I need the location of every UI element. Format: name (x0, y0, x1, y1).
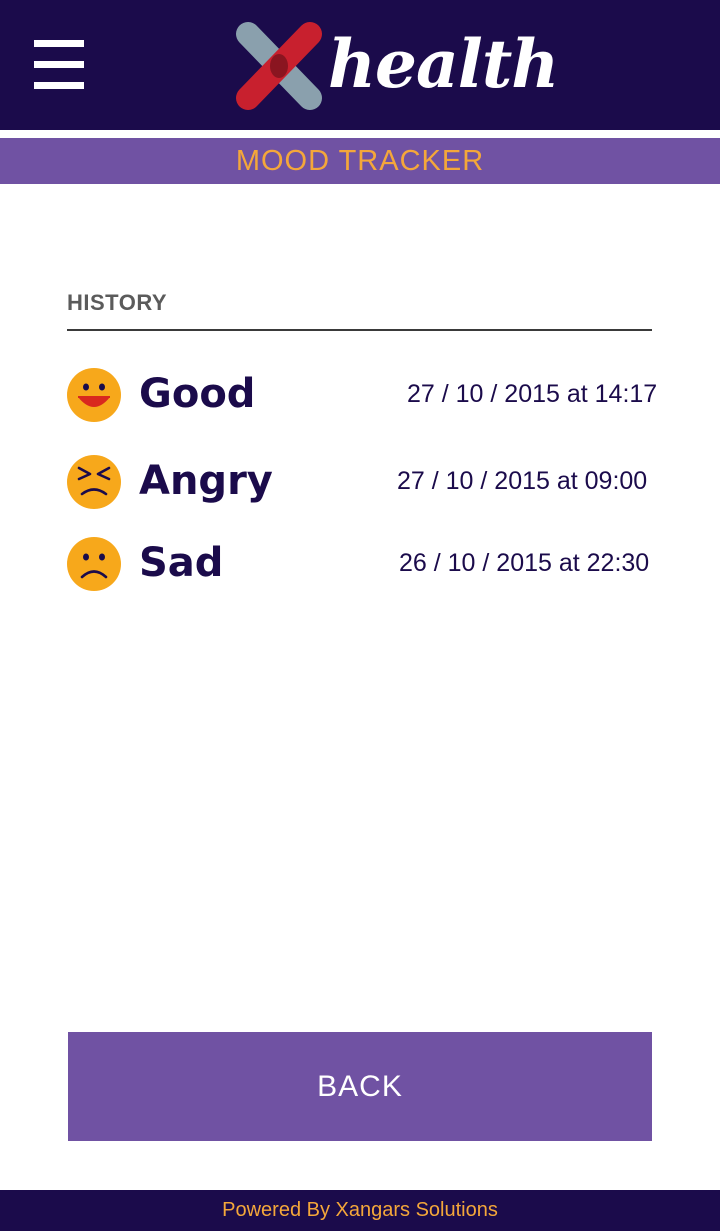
sad-face-icon (67, 537, 121, 591)
logo-text: health (328, 25, 559, 103)
entry-date: 27 / 10 / 2015 at 09:00 (397, 467, 648, 495)
entry-date: 26 / 10 / 2015 at 22:30 (399, 549, 650, 577)
entry-date: 27 / 10 / 2015 at 14:17 (407, 380, 658, 408)
hamburger-menu-icon[interactable] (34, 40, 84, 90)
mood-label: Good (139, 371, 256, 417)
mood-label: Sad (139, 540, 224, 586)
app-logo: health (232, 18, 559, 110)
top-bar: health (0, 0, 720, 130)
xhealth-cross-logo-icon (236, 22, 322, 110)
history-entry-sad[interactable]: Sad 26 / 10 / 2015 at 22:30 (0, 531, 720, 595)
page-title: MOOD TRACKER (0, 138, 720, 184)
history-entry-angry[interactable]: Angry 27 / 10 / 2015 at 09:00 (0, 449, 720, 513)
mood-label: Angry (139, 458, 273, 504)
happy-face-icon (67, 368, 121, 422)
footer-credit: Powered By Xangars Solutions (0, 1190, 720, 1231)
history-entry-good[interactable]: Good 27 / 10 / 2015 at 14:17 (0, 362, 720, 426)
history-heading: HISTORY (67, 290, 168, 315)
history-divider (67, 329, 652, 331)
back-button[interactable]: BACK (68, 1032, 652, 1141)
angry-face-icon (67, 455, 121, 509)
